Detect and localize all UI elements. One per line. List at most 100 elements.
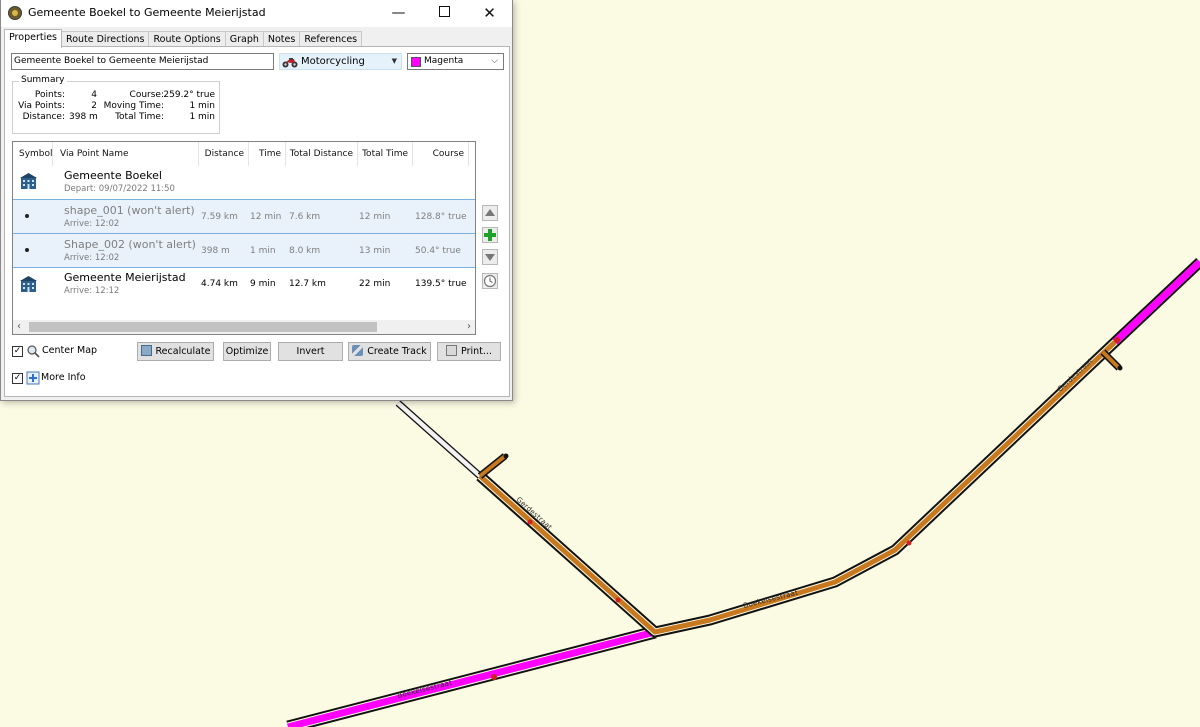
direction-marker bbox=[1114, 337, 1120, 343]
print-button[interactable]: Print... bbox=[437, 342, 501, 361]
total-time-label: Total Time: bbox=[115, 112, 164, 122]
stub-left bbox=[478, 454, 507, 478]
route-gap bbox=[477, 259, 1200, 636]
total-time-cell: 13 min bbox=[359, 246, 391, 256]
color-label: Magenta bbox=[424, 56, 464, 66]
via-point-name: Gemeente Meierijstad bbox=[64, 271, 186, 284]
column-header-time[interactable]: Time bbox=[249, 142, 286, 166]
triangle-down-icon bbox=[485, 254, 495, 261]
building-icon bbox=[20, 276, 37, 292]
magnifier-map-icon bbox=[27, 345, 40, 358]
tab-properties[interactable]: Properties bbox=[4, 29, 63, 48]
calculator-icon bbox=[140, 345, 152, 356]
endpoint-left bbox=[503, 453, 509, 459]
total-time-cell: 12 min bbox=[359, 212, 391, 222]
table-row[interactable]: Gemeente Meierijstad Arrive: 12:12 4.74 … bbox=[13, 269, 475, 303]
time-cell: 9 min bbox=[250, 279, 276, 289]
center-map-checkbox[interactable]: ✓ bbox=[12, 346, 23, 357]
via-point-sub: Arrive: 12:12 bbox=[64, 286, 120, 296]
recalculate-label: Recalculate bbox=[155, 346, 211, 357]
via-points-grid[interactable]: Symbol Via Point Name Distance Time Tota… bbox=[12, 141, 476, 335]
chevron-down-icon: ⌵ bbox=[491, 56, 498, 66]
close-button[interactable]: ✕ bbox=[467, 0, 512, 27]
recalculate-button[interactable]: Recalculate bbox=[137, 342, 214, 361]
maximize-button[interactable] bbox=[422, 0, 467, 27]
print-label: Print... bbox=[461, 346, 492, 357]
route-name-input[interactable]: Gemeente Boekel to Gemeente Meierijstad bbox=[11, 53, 274, 70]
via-point-sub: Arrive: 12:02 bbox=[64, 253, 120, 263]
scroll-left-icon[interactable]: ‹ bbox=[17, 320, 21, 334]
course-cell: 128.8° true bbox=[415, 212, 467, 222]
column-header-distance[interactable]: Distance bbox=[199, 142, 249, 166]
table-row[interactable]: Shape_002 (won't alert) Arrive: 12:02 39… bbox=[13, 233, 475, 268]
maximize-icon bbox=[439, 6, 450, 17]
tab-strip: Properties Route Directions Route Option… bbox=[4, 29, 363, 48]
table-row[interactable]: shape_001 (won't alert) Arrive: 12:02 7.… bbox=[13, 199, 475, 234]
add-via-point-button[interactable] bbox=[482, 227, 498, 243]
via-point-sub: Depart: 09/07/2022 11:50 bbox=[64, 184, 175, 194]
scroll-right-icon[interactable]: › bbox=[467, 320, 471, 334]
stub-right bbox=[1101, 350, 1121, 370]
road-label: Gerdestraat bbox=[1056, 357, 1094, 394]
table-row[interactable]: Gemeente Boekel Depart: 09/07/2022 11:50 bbox=[13, 168, 475, 198]
column-header-course[interactable]: Course bbox=[413, 142, 469, 166]
distance-label: Distance: bbox=[22, 112, 65, 122]
direction-marker bbox=[906, 540, 912, 546]
printer-icon bbox=[446, 345, 458, 356]
distance-cell: 7.59 km bbox=[201, 212, 238, 222]
total-time-value: 1 min bbox=[189, 112, 215, 122]
timing-button[interactable] bbox=[482, 273, 498, 289]
track-icon bbox=[352, 345, 364, 356]
transport-mode-select[interactable]: Motorcycling ▼ bbox=[279, 53, 402, 70]
moving-time-value: 1 min bbox=[189, 101, 215, 111]
course-cell: 50.4° true bbox=[415, 246, 461, 256]
info-plus-icon bbox=[26, 371, 40, 385]
create-track-button[interactable]: Create Track bbox=[348, 342, 431, 361]
total-distance-cell: 8.0 km bbox=[289, 246, 321, 256]
dot-icon bbox=[25, 248, 29, 252]
scrollbar-thumb[interactable] bbox=[29, 322, 377, 332]
via-point-name: Gemeente Boekel bbox=[64, 169, 162, 182]
time-cell: 1 min bbox=[250, 246, 276, 256]
route-color-select[interactable]: Magenta ⌵ bbox=[407, 53, 504, 70]
invert-button[interactable]: Invert bbox=[278, 342, 343, 361]
column-header-total-time[interactable]: Total Time bbox=[358, 142, 413, 166]
create-track-label: Create Track bbox=[367, 346, 427, 357]
dot-icon bbox=[25, 214, 29, 218]
plus-icon bbox=[484, 229, 496, 241]
more-info-checkbox[interactable]: ✓ bbox=[12, 373, 23, 384]
highlight-segment-upper bbox=[1112, 259, 1200, 345]
via-points-label: Via Points: bbox=[18, 101, 65, 111]
direction-marker bbox=[615, 597, 621, 603]
center-map-label: Center Map bbox=[42, 345, 98, 356]
via-point-name: shape_001 (won't alert) bbox=[64, 204, 195, 217]
title-bar[interactable]: Gemeente Boekel to Gemeente Meierijstad … bbox=[1, 0, 512, 27]
move-up-button[interactable] bbox=[482, 205, 498, 221]
motorcycle-icon bbox=[282, 58, 298, 68]
road-fill bbox=[396, 401, 482, 478]
direction-marker bbox=[491, 674, 497, 680]
minimize-button[interactable]: — bbox=[376, 0, 421, 27]
triangle-up-icon bbox=[485, 209, 495, 216]
via-point-sub: Arrive: 12:02 bbox=[64, 219, 120, 229]
distance-cell: 398 m bbox=[201, 246, 230, 256]
app-icon bbox=[8, 6, 22, 20]
route-properties-dialog: Gemeente Boekel to Gemeente Meierijstad … bbox=[0, 0, 513, 401]
total-distance-cell: 12.7 km bbox=[289, 279, 326, 289]
column-header-symbol[interactable]: Symbol bbox=[13, 142, 53, 166]
color-swatch bbox=[411, 57, 421, 67]
more-info-label: More Info bbox=[41, 372, 86, 383]
horizontal-scrollbar[interactable]: ‹ › bbox=[13, 320, 475, 334]
summary-title: Summary bbox=[19, 75, 67, 85]
points-label: Points: bbox=[34, 90, 65, 100]
window-title: Gemeente Boekel to Gemeente Meierijstad bbox=[28, 6, 266, 19]
course-cell: 139.5° true bbox=[415, 279, 467, 289]
dropdown-arrow-icon: ▼ bbox=[391, 57, 397, 65]
column-header-total-distance[interactable]: Total Distance bbox=[286, 142, 358, 166]
column-header-name[interactable]: Via Point Name bbox=[53, 142, 199, 166]
move-down-button[interactable] bbox=[482, 249, 498, 265]
optimize-button[interactable]: Optimize bbox=[223, 342, 271, 361]
direction-marker bbox=[527, 519, 533, 525]
clock-icon bbox=[483, 274, 497, 288]
via-point-name: Shape_002 (won't alert) bbox=[64, 238, 196, 251]
